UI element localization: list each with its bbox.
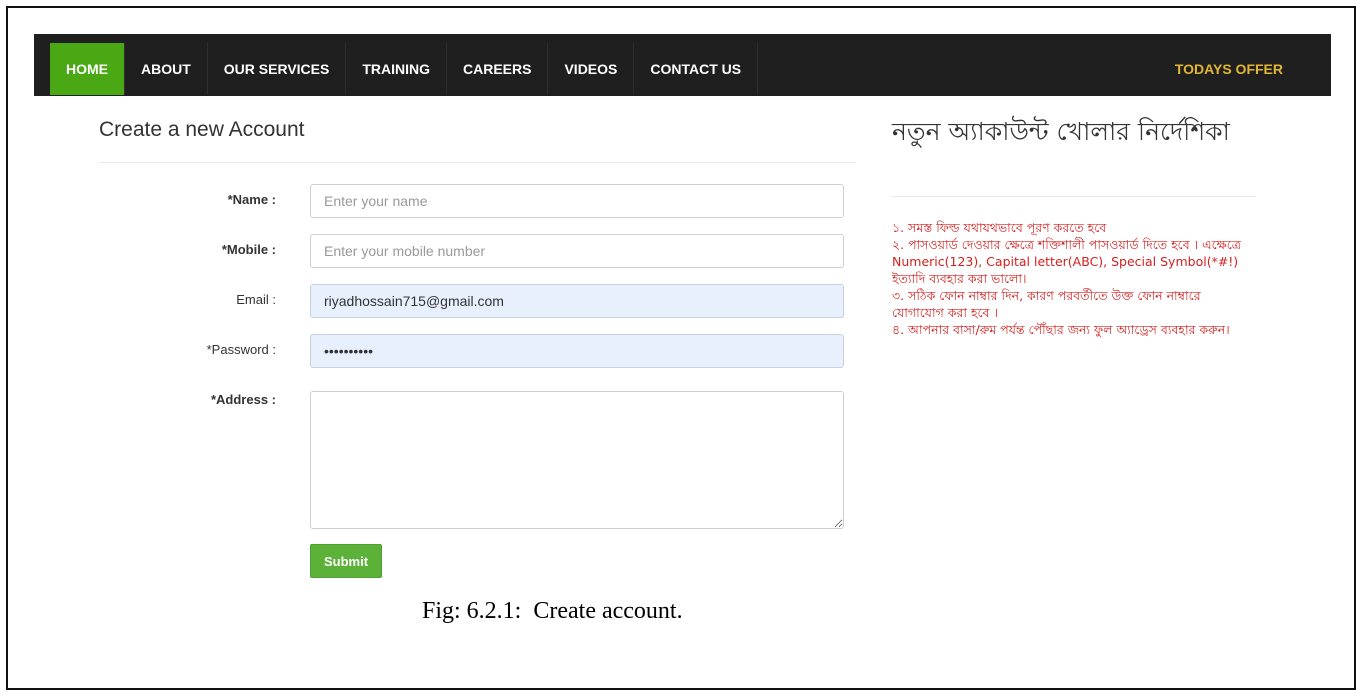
instructions-divider <box>892 196 1256 197</box>
mobile-input[interactable] <box>310 234 844 268</box>
form-title: Create a new Account <box>99 118 305 141</box>
email-input[interactable] <box>310 284 844 318</box>
main-navbar: HOME ABOUT OUR SERVICES TRAINING CAREERS… <box>34 34 1331 96</box>
figure-frame: HOME ABOUT OUR SERVICES TRAINING CAREERS… <box>6 6 1356 690</box>
instruction-item: ২. পাসওয়ার্ড দেওয়ার ক্ষেত্রে শক্তিশালী… <box>892 237 1241 286</box>
nav-item-contact-us[interactable]: CONTACT US <box>634 43 759 95</box>
instruction-item: ১. সমস্ত ফিল্ড যথাযথভাবে পূরণ করতে হবে <box>892 220 1107 235</box>
instruction-item: ৪. আপনার বাসা/রুম পর্যন্ত পৌঁছার জন্য ফু… <box>892 322 1230 337</box>
nav-item-about[interactable]: ABOUT <box>125 43 208 95</box>
figure-caption: Fig: 6.2.1: Create account. <box>422 598 683 624</box>
instructions-list: ১. সমস্ত ফিল্ড যথাযথভাবে পূরণ করতে হবে ২… <box>892 219 1254 338</box>
mobile-label: *Mobile : <box>221 242 276 257</box>
email-label: Email : <box>236 292 276 307</box>
password-label: *Password : <box>206 342 276 357</box>
nav-list: HOME ABOUT OUR SERVICES TRAINING CAREERS… <box>50 43 759 95</box>
address-label: *Address : <box>210 392 276 407</box>
nav-item-todays-offer[interactable]: TODAYS OFFER <box>1175 43 1283 95</box>
address-textarea[interactable] <box>310 391 844 529</box>
page-screenshot: HOME ABOUT OUR SERVICES TRAINING CAREERS… <box>34 34 1331 590</box>
nav-item-training[interactable]: TRAINING <box>346 43 447 95</box>
nav-item-home[interactable]: HOME <box>50 43 125 95</box>
submit-button[interactable]: Submit <box>310 544 382 578</box>
title-divider <box>99 162 856 163</box>
name-label: *Name : <box>227 192 276 207</box>
password-input[interactable] <box>310 334 844 368</box>
nav-item-careers[interactable]: CAREERS <box>447 43 549 95</box>
name-input[interactable] <box>310 184 844 218</box>
instruction-item: ৩. সঠিক ফোন নাম্বার দিন, কারণ পরবর্তীতে … <box>892 288 1201 320</box>
nav-item-our-services[interactable]: OUR SERVICES <box>208 43 347 95</box>
instructions-title: নতুন অ্যাকাউন্ট খোলার নির্দেশিকা <box>892 117 1230 146</box>
nav-item-videos[interactable]: VIDEOS <box>548 43 635 95</box>
